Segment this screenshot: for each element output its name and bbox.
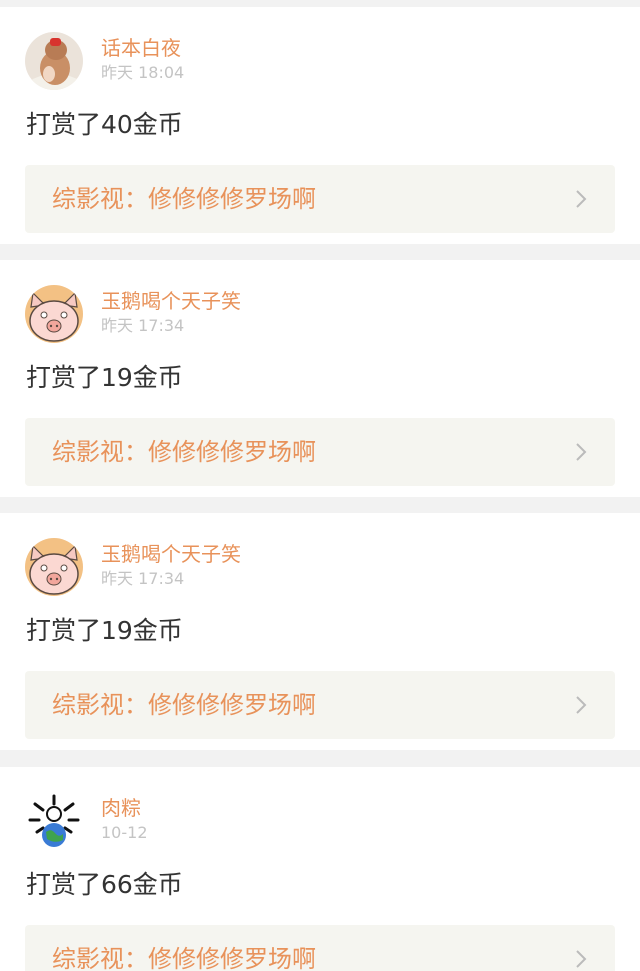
pig-cartoon-avatar[interactable] <box>25 538 83 596</box>
timestamp: 昨天 17:34 <box>101 316 185 335</box>
work-title: 综影视：修修修修罗场啊 <box>52 691 316 719</box>
feed-item: 话本白夜 昨天 18:04 打赏了40金币 综影视：修修修修罗场啊 <box>0 7 640 244</box>
feed-item: 玉鹅喝个天子笑 昨天 17:34 打赏了19金币 综影视：修修修修罗场啊 <box>0 260 640 497</box>
chevron-right-icon <box>576 696 587 714</box>
timestamp: 昨天 17:34 <box>101 569 185 588</box>
chevron-right-icon <box>576 190 587 208</box>
username[interactable]: 玉鹅喝个天子笑 <box>101 289 241 313</box>
reward-text: 打赏了19金币 <box>26 363 183 392</box>
timestamp: 昨天 18:04 <box>101 63 185 82</box>
timestamp: 10-12 <box>101 823 148 842</box>
pig-cartoon-avatar[interactable] <box>25 285 83 343</box>
work-title: 综影视：修修修修罗场啊 <box>52 185 316 213</box>
work-title: 综影视：修修修修罗场啊 <box>52 945 316 971</box>
username[interactable]: 话本白夜 <box>101 36 181 60</box>
reward-text: 打赏了40金币 <box>26 110 183 139</box>
bone-globe-avatar[interactable] <box>25 792 83 850</box>
username[interactable]: 肉粽 <box>101 796 141 820</box>
reward-feed: 话本白夜 昨天 18:04 打赏了40金币 综影视：修修修修罗场啊 玉鹅喝个天子… <box>0 0 640 971</box>
reward-text: 打赏了66金币 <box>26 870 183 899</box>
girl-bun-avatar[interactable] <box>25 32 83 90</box>
chevron-right-icon <box>576 950 587 968</box>
work-link[interactable]: 综影视：修修修修罗场啊 <box>25 418 615 486</box>
work-link[interactable]: 综影视：修修修修罗场啊 <box>25 671 615 739</box>
feed-item: 肉粽 10-12 打赏了66金币 综影视：修修修修罗场啊 <box>0 767 640 971</box>
work-link[interactable]: 综影视：修修修修罗场啊 <box>25 925 615 971</box>
username[interactable]: 玉鹅喝个天子笑 <box>101 542 241 566</box>
feed-item: 玉鹅喝个天子笑 昨天 17:34 打赏了19金币 综影视：修修修修罗场啊 <box>0 513 640 750</box>
work-link[interactable]: 综影视：修修修修罗场啊 <box>25 165 615 233</box>
chevron-right-icon <box>576 443 587 461</box>
work-title: 综影视：修修修修罗场啊 <box>52 438 316 466</box>
reward-text: 打赏了19金币 <box>26 616 183 645</box>
